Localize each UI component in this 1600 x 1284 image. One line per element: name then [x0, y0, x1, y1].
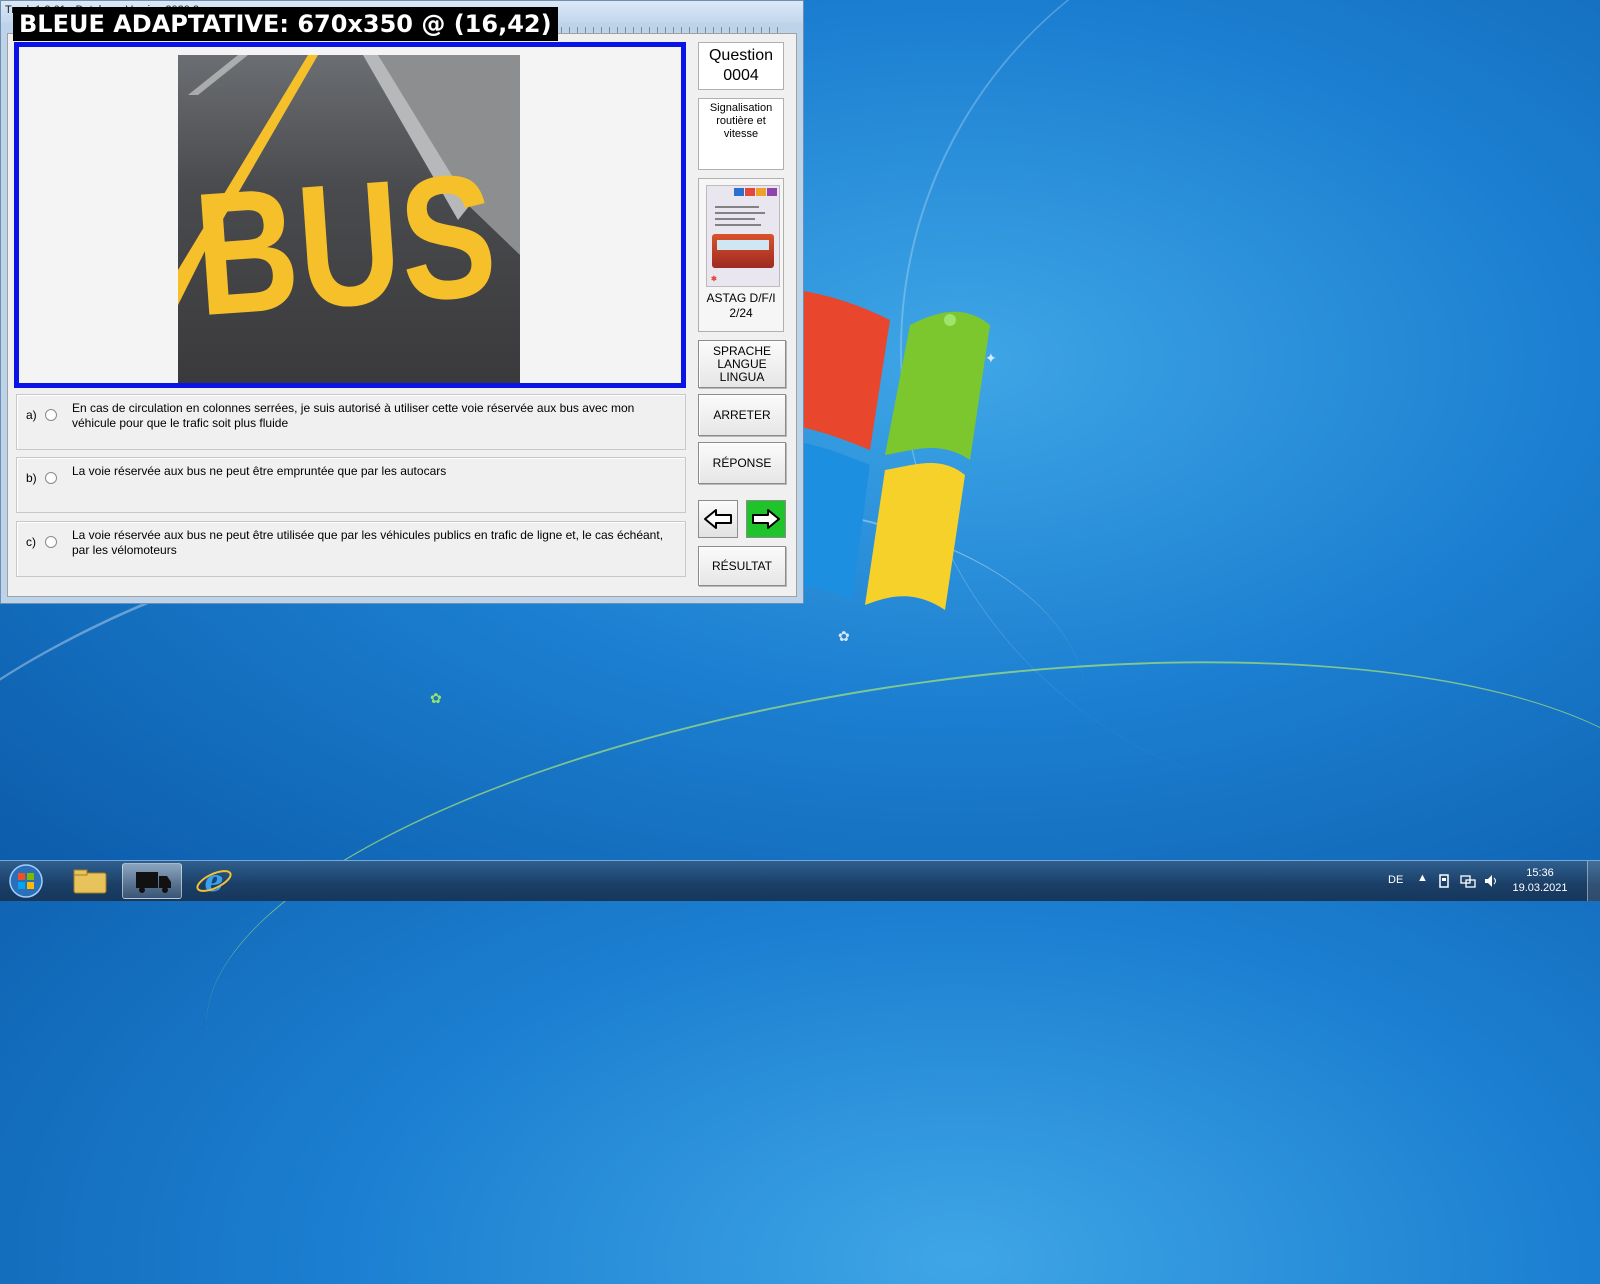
- volume-icon[interactable]: [1483, 873, 1499, 889]
- windows-logo-wallpaper: [790, 290, 990, 610]
- taskbar-truck-app[interactable]: [122, 863, 182, 899]
- next-button[interactable]: [746, 500, 786, 538]
- language-button[interactable]: SPRACHE LANGUE LINGUA: [698, 340, 786, 388]
- previous-button[interactable]: [698, 500, 738, 538]
- question-number: 0004: [723, 67, 759, 84]
- arrow-right-icon: [752, 509, 780, 529]
- book-page: 2/24: [729, 306, 753, 320]
- taskbar-internet-explorer[interactable]: e: [184, 863, 244, 899]
- clock-date: 19.03.2021: [1512, 882, 1568, 894]
- butterfly-icon: ✦: [985, 350, 997, 366]
- folder-icon: [73, 869, 107, 894]
- answer-text: La voie réservée aux bus ne peut être em…: [72, 464, 447, 478]
- show-hidden-icons-icon[interactable]: ▲: [1417, 872, 1428, 884]
- network-icon[interactable]: [1460, 873, 1476, 889]
- svg-text:e: e: [204, 864, 223, 899]
- show-desktop-button[interactable]: [1587, 861, 1600, 901]
- start-button[interactable]: [4, 863, 48, 899]
- question-number-box: Question 0004: [698, 42, 784, 90]
- flower-icon: ✿: [838, 628, 850, 644]
- app-window: Truck 1.3.61 - Database Version 2020.2 B…: [0, 0, 804, 604]
- answer-button[interactable]: RÉPONSE: [698, 442, 786, 484]
- answer-letter: b): [26, 471, 37, 485]
- taskbar: e DE ▲ 15:36 19.03.2021: [0, 860, 1600, 901]
- truck-icon: [136, 872, 171, 893]
- answer-letter: c): [26, 535, 36, 549]
- internet-explorer-icon: e: [196, 864, 232, 899]
- flower-icon: ✿: [430, 690, 442, 706]
- publisher-logo: ✱: [711, 276, 717, 283]
- system-clock[interactable]: 15:36 19.03.2021: [1505, 866, 1575, 896]
- answer-text: En cas de circulation en colonnes serrée…: [72, 401, 635, 430]
- reference-book-box: ✱ ASTAG D/F/I 2/24: [698, 178, 784, 332]
- answer-option-b[interactable]: b) La voie réservée aux bus ne peut être…: [16, 457, 686, 513]
- result-button[interactable]: RÉSULTAT: [698, 546, 786, 586]
- debug-overlay-label: BLEUE ADAPTATIVE: 670x350 @ (16,42): [13, 7, 558, 41]
- question-label: Question: [708, 47, 774, 64]
- windows-start-icon: [9, 864, 43, 898]
- arrow-left-icon: [704, 509, 732, 529]
- clock-time: 15:36: [1526, 867, 1554, 879]
- road-marking-text: BUS: [189, 138, 502, 353]
- question-category: Signalisation routière et vitesse: [698, 98, 784, 170]
- usb-device-icon[interactable]: [1437, 873, 1451, 889]
- taskbar-explorer[interactable]: [60, 863, 120, 899]
- answer-option-c[interactable]: c) La voie réservée aux bus ne peut être…: [16, 521, 686, 577]
- answer-option-a[interactable]: a) En cas de circulation en colonnes ser…: [16, 394, 686, 450]
- reference-book-cover: ✱: [706, 185, 780, 287]
- book-caption: ASTAG D/F/I: [706, 291, 776, 305]
- answer-radio-c[interactable]: [45, 536, 57, 548]
- question-image-frame: BUS: [14, 42, 686, 388]
- stop-button[interactable]: ARRETER: [698, 394, 786, 436]
- answer-radio-a[interactable]: [45, 409, 57, 421]
- quiz-panel: BUS a) En cas de circulation en colonnes…: [7, 33, 797, 597]
- question-image: BUS: [178, 55, 520, 383]
- answer-radio-b[interactable]: [45, 472, 57, 484]
- answer-letter: a): [26, 408, 37, 422]
- answer-text: La voie réservée aux bus ne peut être ut…: [72, 528, 664, 557]
- input-language-indicator[interactable]: DE: [1388, 874, 1403, 886]
